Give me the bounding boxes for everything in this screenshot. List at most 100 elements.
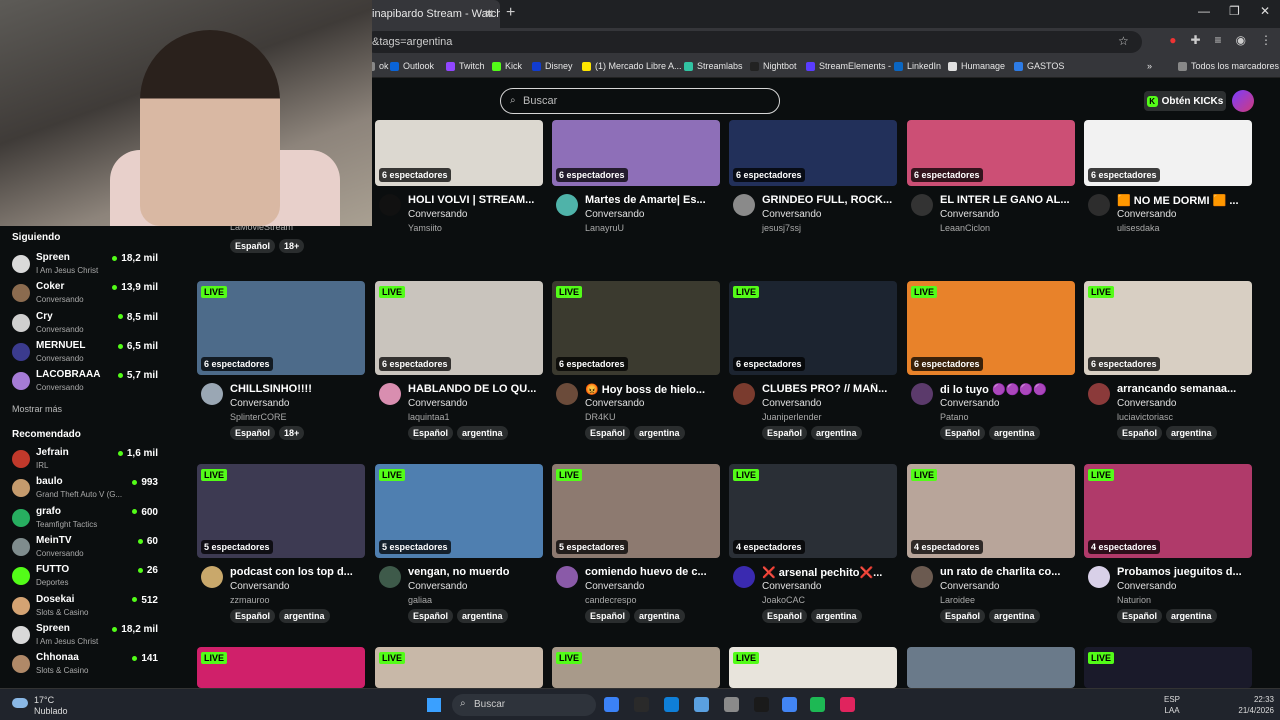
stream-category[interactable]: Conversando	[1117, 581, 1176, 592]
streamer-avatar[interactable]	[911, 194, 933, 216]
stream-tag[interactable]: Español	[940, 609, 986, 623]
stream-category[interactable]: Conversando	[408, 581, 467, 592]
stream-category[interactable]: Conversando	[230, 398, 289, 409]
streamer-name[interactable]: Patano	[940, 412, 969, 422]
bookmark-item[interactable]: StreamElements -	[806, 61, 891, 71]
stream-category[interactable]: Conversando	[585, 209, 644, 220]
stream-tag[interactable]: Español	[230, 239, 276, 253]
streamer-name[interactable]: laquintaa1	[408, 412, 450, 422]
streamer-avatar[interactable]	[1088, 566, 1110, 588]
stream-tag[interactable]: Español	[408, 426, 454, 440]
taskbar-app-icon[interactable]	[664, 697, 679, 712]
stream-thumbnail[interactable]	[907, 647, 1075, 688]
sidebar-channel-item[interactable]: MeinTV Conversando 60	[12, 535, 162, 563]
streamer-avatar[interactable]	[556, 383, 578, 405]
streamer-avatar[interactable]	[556, 566, 578, 588]
stream-category[interactable]: Conversando	[940, 581, 999, 592]
streamer-avatar[interactable]	[556, 194, 578, 216]
stream-tag[interactable]: argentina	[457, 426, 508, 440]
stream-category[interactable]: Conversando	[408, 209, 467, 220]
taskbar-app-icon[interactable]	[754, 697, 769, 712]
sidebar-channel-item[interactable]: baulo Grand Theft Auto V (G... 993	[12, 476, 162, 504]
maximize-button[interactable]: ❐	[1229, 4, 1240, 18]
stream-thumbnail[interactable]: LIVE	[729, 647, 897, 688]
stream-tag[interactable]: argentina	[811, 609, 862, 623]
address-bar[interactable]: &tags=argentina	[364, 31, 1142, 53]
taskbar-app-icon[interactable]	[694, 697, 709, 712]
bookmark-item[interactable]: Todos los marcadores	[1178, 61, 1279, 71]
streamer-avatar[interactable]	[911, 383, 933, 405]
stream-tag[interactable]: argentina	[989, 426, 1040, 440]
stream-category[interactable]: Conversando	[1117, 398, 1176, 409]
stream-tag[interactable]: Español	[585, 609, 631, 623]
stream-thumbnail[interactable]: LIVE 5 espectadores	[552, 464, 720, 558]
stream-category[interactable]: Conversando	[585, 398, 644, 409]
stream-thumbnail[interactable]: 6 espectadores	[907, 120, 1075, 186]
sidebar-channel-item[interactable]: LACOBRAAA Conversando 5,7 mil	[12, 369, 162, 397]
stream-tag[interactable]: argentina	[457, 609, 508, 623]
windows-start-icon[interactable]	[427, 698, 441, 712]
sidebar-channel-item[interactable]: Chhonaa Slots & Casino 141	[12, 652, 162, 680]
sidebar-channel-item[interactable]: Dosekai Slots & Casino 512	[12, 594, 162, 622]
stream-category[interactable]: Conversando	[230, 581, 289, 592]
puzzle-icon[interactable]: ✚	[1190, 33, 1200, 47]
user-avatar[interactable]	[1232, 90, 1254, 112]
taskbar-search[interactable]: ⌕ Buscar	[452, 694, 596, 716]
bookmark-item[interactable]: Kick	[492, 61, 522, 71]
stream-thumbnail[interactable]: LIVE	[197, 647, 365, 688]
sidebar-channel-item[interactable]: Cry Conversando 8,5 mil	[12, 311, 162, 339]
stream-thumbnail[interactable]: LIVE 4 espectadores	[1084, 464, 1252, 558]
bookmark-item[interactable]: Humanage	[948, 61, 1005, 71]
stream-title[interactable]: vengan, no muerdo	[408, 566, 543, 578]
taskbar-app-icon[interactable]	[810, 697, 825, 712]
stream-title[interactable]: Martes de Amarte| Es...	[585, 194, 720, 206]
bookmark-item[interactable]: Nightbot	[750, 61, 797, 71]
streamer-avatar[interactable]	[379, 383, 401, 405]
stream-thumbnail[interactable]: LIVE 6 espectadores	[907, 281, 1075, 375]
stream-tag[interactable]: Español	[408, 609, 454, 623]
taskbar-app-icon[interactable]	[724, 697, 739, 712]
streamer-avatar[interactable]	[733, 566, 755, 588]
stream-thumbnail[interactable]: 6 espectadores	[1084, 120, 1252, 186]
stream-tag[interactable]: Español	[230, 426, 276, 440]
taskbar-app-icon[interactable]	[782, 697, 797, 712]
stream-title[interactable]: Probamos jueguitos d...	[1117, 566, 1252, 578]
stream-thumbnail[interactable]: 6 espectadores	[375, 120, 543, 186]
stream-tag[interactable]: 18+	[279, 239, 305, 253]
clock[interactable]: 22:33 21/4/2026	[1222, 694, 1274, 716]
stream-tag[interactable]: argentina	[634, 609, 685, 623]
weather-widget[interactable]: 17°C Nublado	[34, 695, 68, 717]
streamer-name[interactable]: DR4KU	[585, 412, 616, 422]
stream-category[interactable]: Conversando	[762, 581, 821, 592]
streamer-name[interactable]: galiaa	[408, 595, 432, 605]
stream-thumbnail[interactable]: LIVE 6 espectadores	[552, 281, 720, 375]
streamer-name[interactable]: SplinterCORE	[230, 412, 287, 422]
stream-title[interactable]: GRINDEO FULL, ROCK...	[762, 194, 897, 206]
sidebar-channel-item[interactable]: Jefrain IRL 1,6 mil	[12, 447, 162, 475]
taskbar-app-icon[interactable]	[840, 697, 855, 712]
streamer-avatar[interactable]	[911, 566, 933, 588]
stream-category[interactable]: Conversando	[762, 398, 821, 409]
media-icon[interactable]: ≡	[1215, 33, 1222, 47]
streamer-name[interactable]: LeaanCiclon	[940, 223, 990, 233]
stream-thumbnail[interactable]: LIVE	[375, 647, 543, 688]
bookmark-item[interactable]: Twitch	[446, 61, 485, 71]
tab-close-icon[interactable]: ✕	[484, 7, 494, 21]
streamer-avatar[interactable]	[201, 383, 223, 405]
stream-thumbnail[interactable]: LIVE 6 espectadores	[1084, 281, 1252, 375]
streamer-avatar[interactable]	[1088, 194, 1110, 216]
stream-thumbnail[interactable]: LIVE	[1084, 647, 1252, 688]
bookmark-item[interactable]: GASTOS	[1014, 61, 1064, 71]
stream-tag[interactable]: argentina	[634, 426, 685, 440]
stream-thumbnail[interactable]: LIVE	[552, 647, 720, 688]
stream-thumbnail[interactable]: LIVE 6 espectadores	[375, 281, 543, 375]
stream-thumbnail[interactable]: LIVE 5 espectadores	[197, 464, 365, 558]
stream-tag[interactable]: 18+	[279, 426, 305, 440]
streamer-name[interactable]: LanayruU	[585, 223, 624, 233]
streamer-name[interactable]: ulisesdaka	[1117, 223, 1160, 233]
stream-category[interactable]: Conversando	[408, 398, 467, 409]
stream-title[interactable]: 😡 Hoy boss de hielo...	[585, 383, 720, 396]
streamer-avatar[interactable]	[379, 194, 401, 216]
stream-title[interactable]: arrancando semanaa...	[1117, 383, 1252, 395]
streamer-avatar[interactable]	[201, 566, 223, 588]
